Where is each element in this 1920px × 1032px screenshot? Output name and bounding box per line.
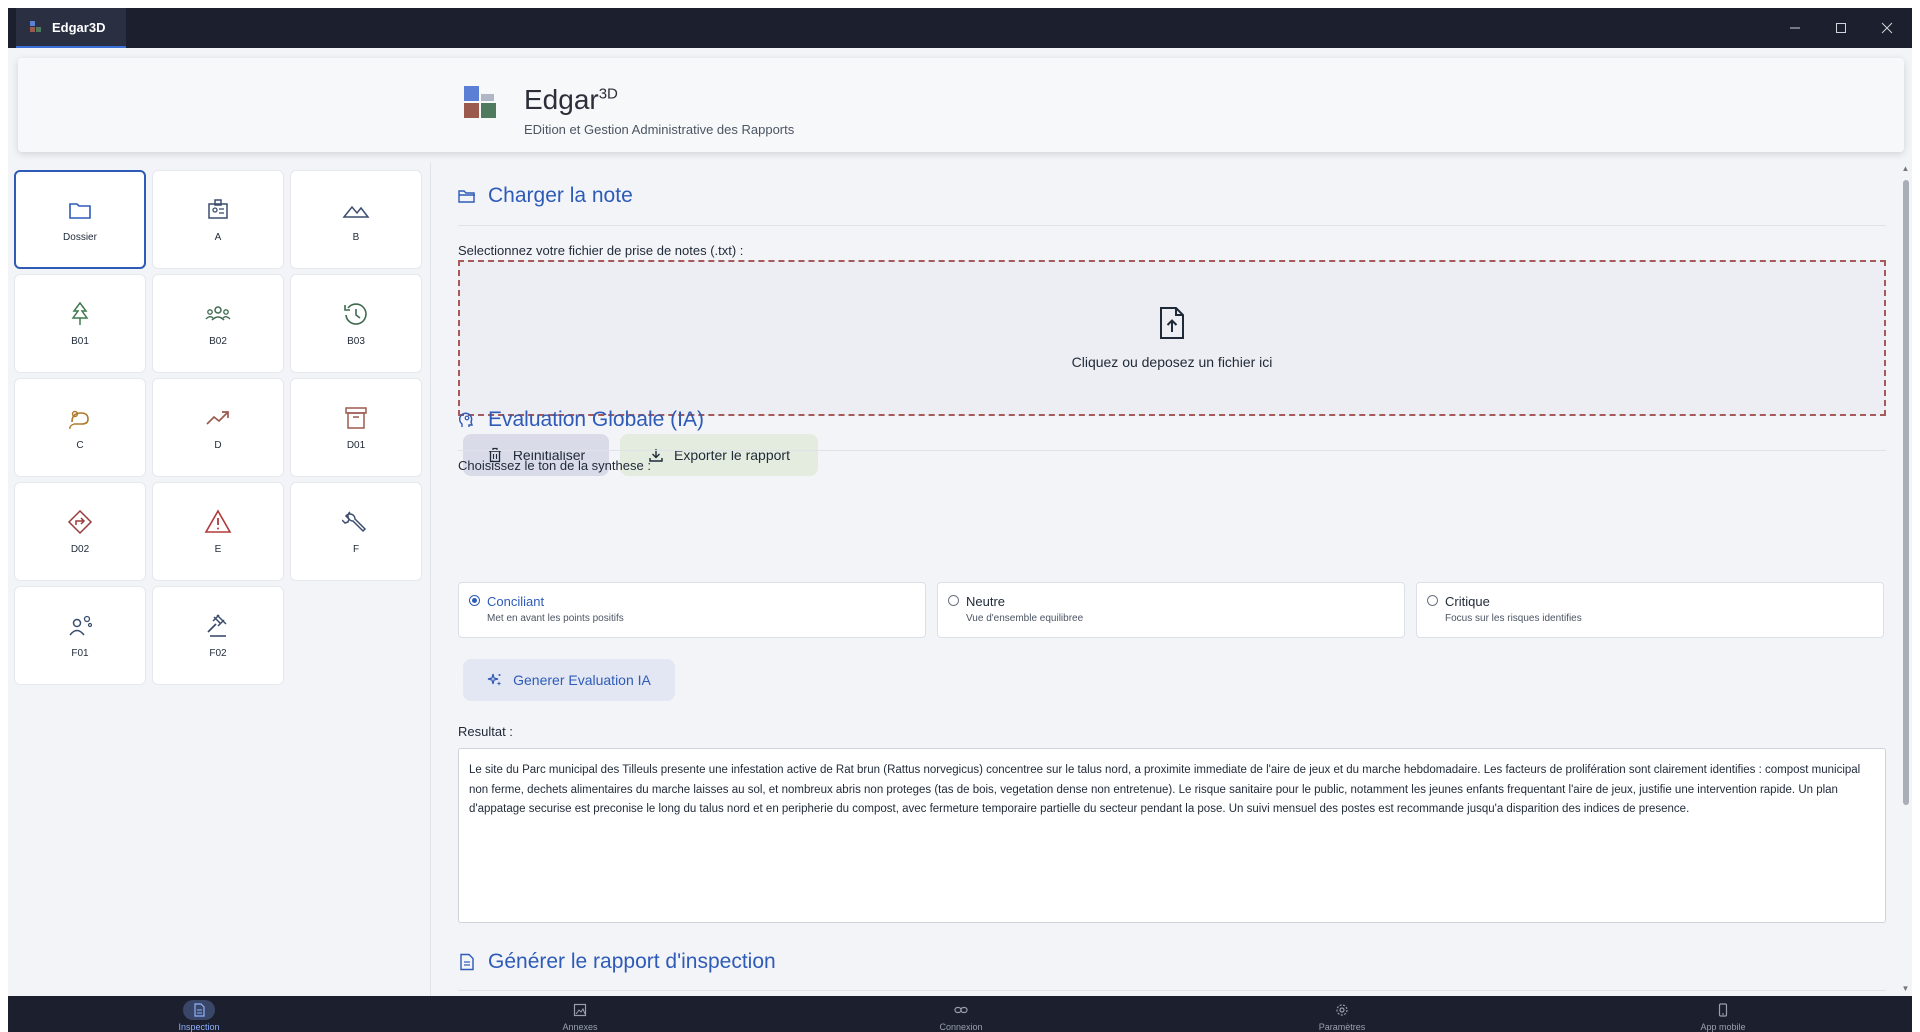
section-divider <box>458 225 1886 226</box>
tone-option-critique[interactable]: Critique Focus sur les risques identifie… <box>1416 582 1884 638</box>
sidebar-tile-f01[interactable]: F01 <box>14 586 146 685</box>
tone-option-neutre[interactable]: Neutre Vue d'ensemble equilibree <box>937 582 1405 638</box>
maximize-button[interactable] <box>1818 8 1864 48</box>
sidebar-tile-f[interactable]: F <box>290 482 422 581</box>
sidebar-tile-d02[interactable]: D02 <box>14 482 146 581</box>
mountains-icon <box>342 205 370 218</box>
rodent-icon <box>69 410 89 430</box>
sidebar-tile-f02[interactable]: F02 <box>152 586 284 685</box>
sidebar-tile-d01[interactable]: D01 <box>290 378 422 477</box>
close-icon <box>1881 22 1893 34</box>
minimize-button[interactable] <box>1772 8 1818 48</box>
sidebar-tile-d[interactable]: D <box>152 378 284 477</box>
file-dropzone[interactable]: Cliquez ou deposez un fichier ici <box>458 260 1886 416</box>
sidebar-tile-b02[interactable]: B02 <box>152 274 284 373</box>
file-label: Selectionnez votre fichier de prise de n… <box>458 243 744 258</box>
section-divider <box>458 990 1886 991</box>
minimize-icon <box>1790 27 1800 29</box>
link-icon <box>954 1006 968 1014</box>
radio-unselected[interactable] <box>1427 595 1438 606</box>
sidebar-tile-dossier[interactable]: Dossier <box>14 170 146 269</box>
warning-icon <box>204 509 232 533</box>
document-icon <box>460 953 474 971</box>
sparkles-icon <box>487 673 502 686</box>
window-title: Edgar3D <box>52 19 106 35</box>
tree-icon <box>71 301 89 325</box>
nav-parametres[interactable]: Paramètres <box>1282 996 1402 1032</box>
app-logo-small-icon <box>30 21 42 33</box>
trend-up-icon <box>206 411 229 425</box>
app-window: Edgar3D Edgar3D EDition et Gestion Admin… <box>8 8 1912 1032</box>
scroll-thumb[interactable] <box>1903 180 1909 805</box>
id-badge-icon <box>208 199 228 219</box>
worker-gear-icon <box>69 615 93 636</box>
sidebar: Dossier A B B01 B02 B03 C D D01 D02 E F … <box>8 162 431 996</box>
sidebar-tile-b[interactable]: B <box>290 170 422 269</box>
result-textarea[interactable]: Le site du Parc municipal des Tilleuls p… <box>458 748 1886 923</box>
sidebar-tile-b03[interactable]: B03 <box>290 274 422 373</box>
app-logo-icon <box>464 86 498 120</box>
nav-app-mobile[interactable]: App mobile <box>1663 996 1783 1032</box>
app-header: Edgar3D EDition et Gestion Administrativ… <box>18 58 1904 152</box>
folder-open-icon <box>458 190 475 203</box>
people-group-icon <box>205 306 231 321</box>
scroll-up-icon[interactable]: ▲ <box>1901 164 1910 173</box>
gavel-icon <box>207 614 227 637</box>
sidebar-tile-e[interactable]: E <box>152 482 284 581</box>
ai-head-icon <box>458 412 473 427</box>
nav-connexion[interactable]: Connexion <box>901 996 1021 1032</box>
radio-unselected[interactable] <box>948 595 959 606</box>
wrench-icon <box>342 511 367 533</box>
diamond-turn-icon <box>67 509 93 535</box>
generate-ai-evaluation-button[interactable]: Generer Evaluation IA <box>463 659 675 701</box>
history-icon <box>344 303 367 325</box>
nav-inspection[interactable]: Inspection <box>139 996 259 1032</box>
maximize-icon <box>1836 23 1846 33</box>
nav-annexes[interactable]: Annexes <box>520 996 640 1032</box>
section-title-load-note: Charger la note <box>458 184 633 208</box>
bottom-navigation: Inspection Annexes Connexion Paramètres … <box>8 996 1912 1032</box>
radio-selected[interactable] <box>469 595 480 606</box>
main-scrollbar[interactable]: ▲ ▼ <box>1899 162 1912 996</box>
document-icon <box>194 1003 205 1017</box>
main-panel: Charger la note Selectionnez votre fichi… <box>432 162 1898 996</box>
file-upload-icon <box>1160 307 1184 339</box>
app-name: Edgar3D <box>524 84 618 115</box>
result-label: Resultat : <box>458 724 513 739</box>
sidebar-tile-a[interactable]: A <box>152 170 284 269</box>
section-title-report: Générer le rapport d'inspection <box>458 950 776 974</box>
section-divider <box>458 450 1886 451</box>
close-button[interactable] <box>1864 8 1910 48</box>
sidebar-tile-c[interactable]: C <box>14 378 146 477</box>
scroll-down-icon[interactable]: ▼ <box>1901 984 1910 993</box>
tone-option-conciliant[interactable]: Conciliant Met en avant les points posit… <box>458 582 926 638</box>
section-title-evaluation: Evaluation Globale (IA) <box>458 408 704 432</box>
archive-icon <box>345 407 367 429</box>
app-subtitle: EDition et Gestion Administrative des Ra… <box>524 122 795 137</box>
tone-label: Choisissez le ton de la synthese : <box>458 458 651 473</box>
image-icon <box>573 1003 587 1017</box>
folder-icon <box>69 203 91 219</box>
gear-icon <box>1336 1004 1348 1016</box>
phone-icon <box>1718 1003 1728 1017</box>
sidebar-tile-b01[interactable]: B01 <box>14 274 146 373</box>
window-tab[interactable]: Edgar3D <box>16 8 126 48</box>
title-bar: Edgar3D <box>8 8 1912 48</box>
